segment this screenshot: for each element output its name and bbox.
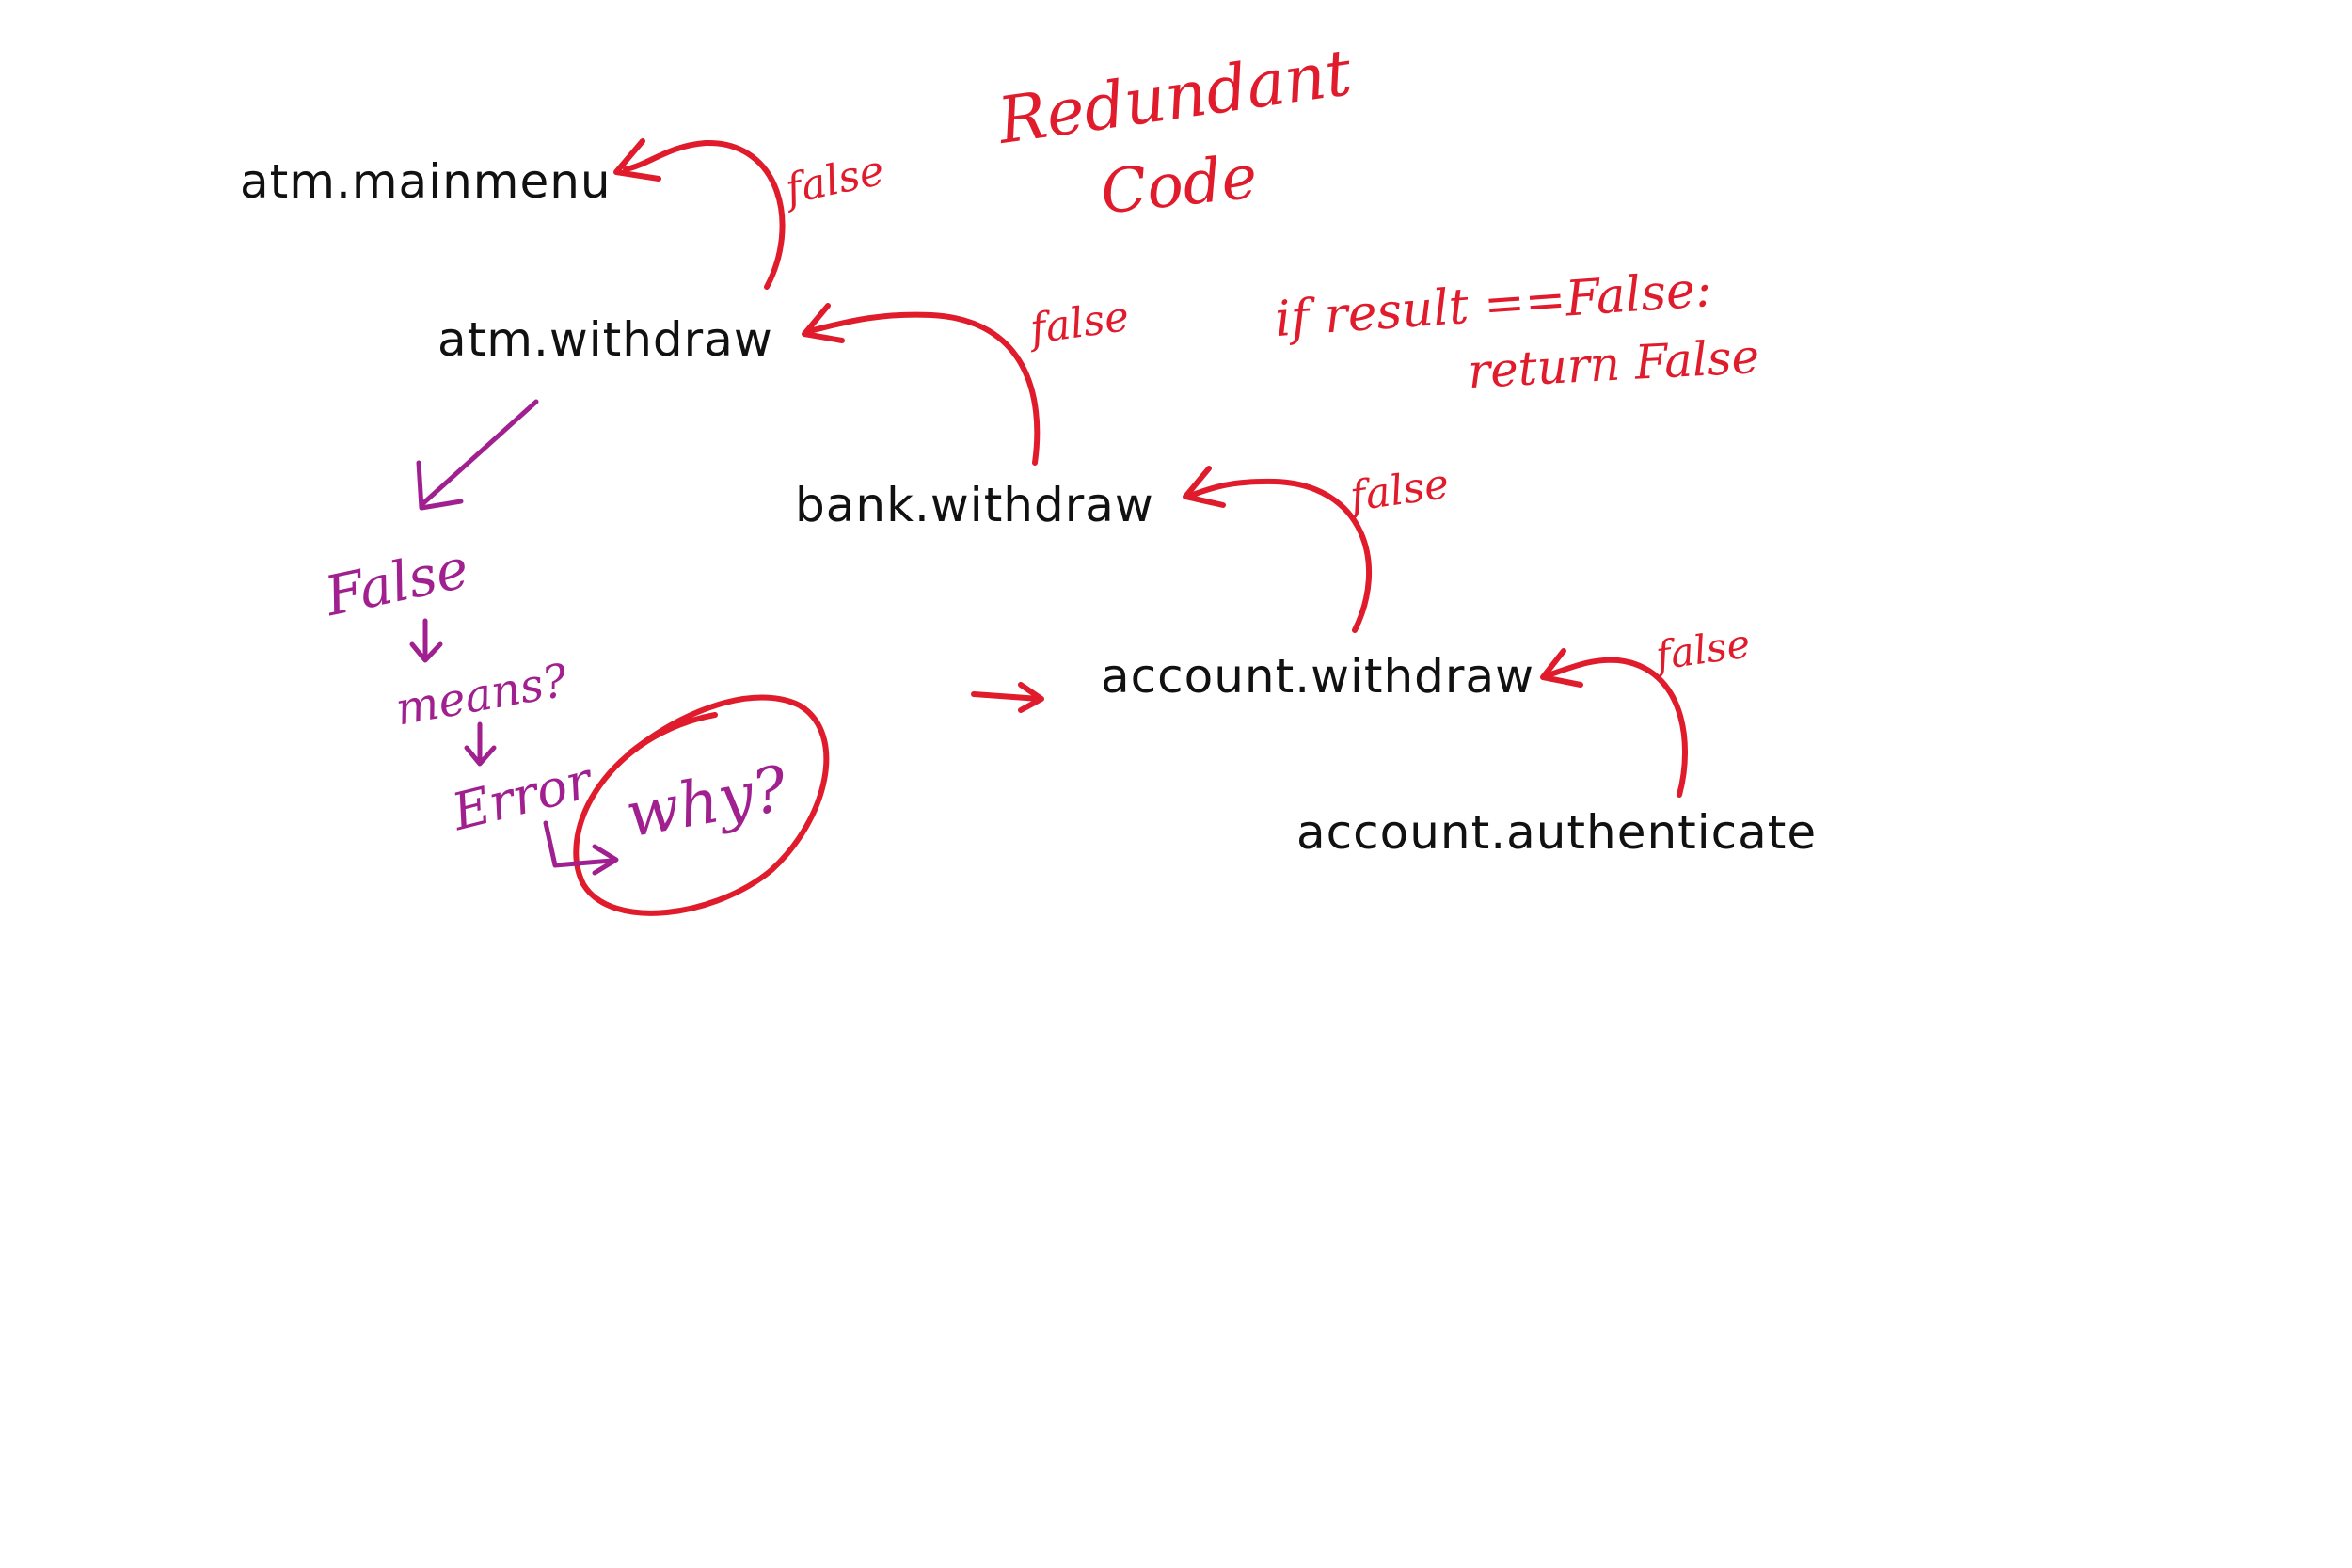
- ink-strokes: [409, 138, 1689, 916]
- small-arrow: [971, 691, 1042, 702]
- node-account-authenticate: account.authenticate: [1296, 805, 1818, 860]
- arrow-to-false: [421, 399, 539, 506]
- node-account-withdraw: account.withdraw: [1101, 649, 1534, 704]
- note-code-line2: return False: [1466, 328, 1761, 400]
- node-bank-withdraw: bank.withdraw: [795, 478, 1154, 532]
- node-atm-mainmenu: atm.mainmenu: [240, 154, 612, 209]
- node-atm-withdraw: atm.withdraw: [437, 312, 773, 367]
- arrow-withdraw-to-mainmenu: [623, 139, 786, 290]
- arrow-bank-to-atm: [806, 311, 1041, 466]
- whiteboard-canvas: atm.mainmenu atm.withdraw bank.withdraw …: [0, 0, 2352, 1568]
- note-code: Code: [1097, 142, 1261, 229]
